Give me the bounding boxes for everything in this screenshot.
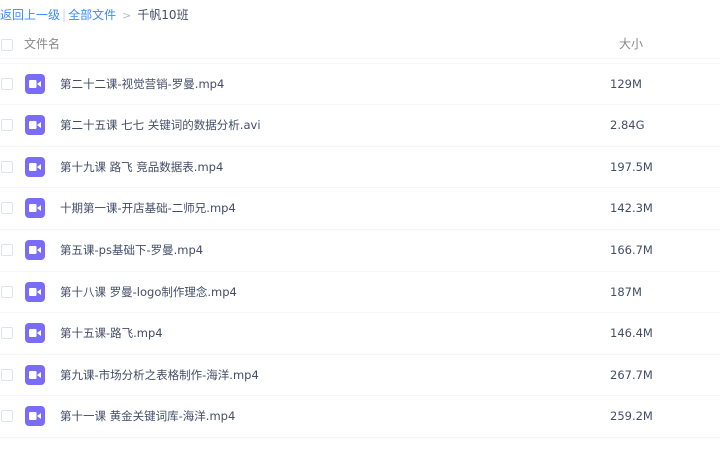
- file-name[interactable]: 第十一课 黄金关键词库-海洋.mp4: [60, 396, 235, 436]
- video-icon: [25, 406, 45, 427]
- file-row[interactable]: 第二十五课 七七 关键词的数据分析.avi 2.84G: [0, 105, 720, 147]
- file-size: 259.2M: [610, 409, 653, 424]
- file-name[interactable]: 第十九课 路飞 竞品数据表.mp4: [60, 147, 223, 187]
- all-files-link[interactable]: 全部文件: [68, 8, 116, 22]
- current-folder: 千帆10班: [137, 8, 189, 22]
- file-row[interactable]: 第十九课 路飞 竞品数据表.mp4 197.5M: [0, 147, 720, 189]
- file-name[interactable]: 十期第一课-开店基础-二师兄.mp4: [60, 188, 236, 228]
- file-row[interactable]: 第二十二课-视觉营销-罗曼.mp4 129M: [0, 64, 720, 106]
- file-row[interactable]: 十期第一课-开店基础-二师兄.mp4 142.3M: [0, 188, 720, 230]
- file-size: 146.4M: [610, 326, 653, 341]
- file-row[interactable]: 第五课-ps基础下-罗曼.mp4 166.7M: [0, 230, 720, 272]
- row-checkbox[interactable]: [1, 285, 13, 298]
- file-name[interactable]: 第五课-ps基础下-罗曼.mp4: [60, 230, 203, 270]
- video-icon: [25, 115, 45, 136]
- video-icon: [25, 323, 45, 344]
- row-checkbox[interactable]: [1, 410, 13, 423]
- file-name[interactable]: 第二十五课 七七 关键词的数据分析.avi: [60, 105, 261, 145]
- column-header-size[interactable]: 大小: [619, 32, 643, 56]
- file-row[interactable]: 第十一课 黄金关键词库-海洋.mp4 259.2M: [0, 396, 720, 438]
- file-size: 166.7M: [610, 242, 653, 257]
- video-icon: [25, 156, 45, 177]
- row-checkbox[interactable]: [1, 202, 13, 215]
- row-checkbox[interactable]: [1, 327, 13, 340]
- breadcrumb-separator: |: [62, 8, 67, 22]
- back-link[interactable]: 返回上一级: [0, 8, 60, 22]
- file-size: 2.84G: [610, 118, 645, 133]
- row-checkbox[interactable]: [1, 243, 13, 256]
- breadcrumb: 返回上一级 | 全部文件 > 千帆10班: [0, 0, 189, 30]
- column-header-name[interactable]: 文件名: [24, 32, 60, 56]
- row-checkbox[interactable]: [1, 160, 13, 173]
- list-header: 文件名 大小: [0, 32, 720, 59]
- file-rows: 第二课 类条平地上-三师兄.mp4188.8M第二十二课-视觉营销-罗曼.mp4…: [0, 42, 720, 438]
- file-name[interactable]: 第十八课 罗曼-logo制作理念.mp4: [60, 272, 237, 312]
- file-browser: 第二课 类条平地上-三师兄.mp4188.8M第二十二课-视觉营销-罗曼.mp4…: [0, 0, 720, 453]
- row-checkbox[interactable]: [1, 77, 13, 90]
- file-row[interactable]: 第十八课 罗曼-logo制作理念.mp4 187M: [0, 272, 720, 314]
- file-row[interactable]: 第十五课-路飞.mp4 146.4M: [0, 313, 720, 355]
- video-icon: [25, 281, 45, 302]
- file-name[interactable]: 第九课-市场分析之表格制作-海洋.mp4: [60, 355, 259, 395]
- breadcrumb-arrow-icon: >: [122, 9, 132, 22]
- video-icon: [25, 73, 45, 94]
- video-icon: [25, 239, 45, 260]
- file-name[interactable]: 第十五课-路飞.mp4: [60, 313, 163, 353]
- select-all-checkbox[interactable]: [1, 39, 13, 51]
- file-name[interactable]: 第二十二课-视觉营销-罗曼.mp4: [60, 64, 224, 104]
- file-size: 187M: [610, 284, 642, 299]
- file-size: 197.5M: [610, 159, 653, 174]
- video-icon: [25, 198, 45, 219]
- file-size: 267.7M: [610, 367, 653, 382]
- file-row[interactable]: 第九课-市场分析之表格制作-海洋.mp4 267.7M: [0, 355, 720, 397]
- file-size: 142.3M: [610, 201, 653, 216]
- row-checkbox[interactable]: [1, 119, 13, 132]
- file-size: 129M: [610, 76, 642, 91]
- file-list[interactable]: 第二课 类条平地上-三师兄.mp4188.8M第二十二课-视觉营销-罗曼.mp4…: [0, 42, 720, 453]
- video-icon: [25, 364, 45, 385]
- row-checkbox[interactable]: [1, 368, 13, 381]
